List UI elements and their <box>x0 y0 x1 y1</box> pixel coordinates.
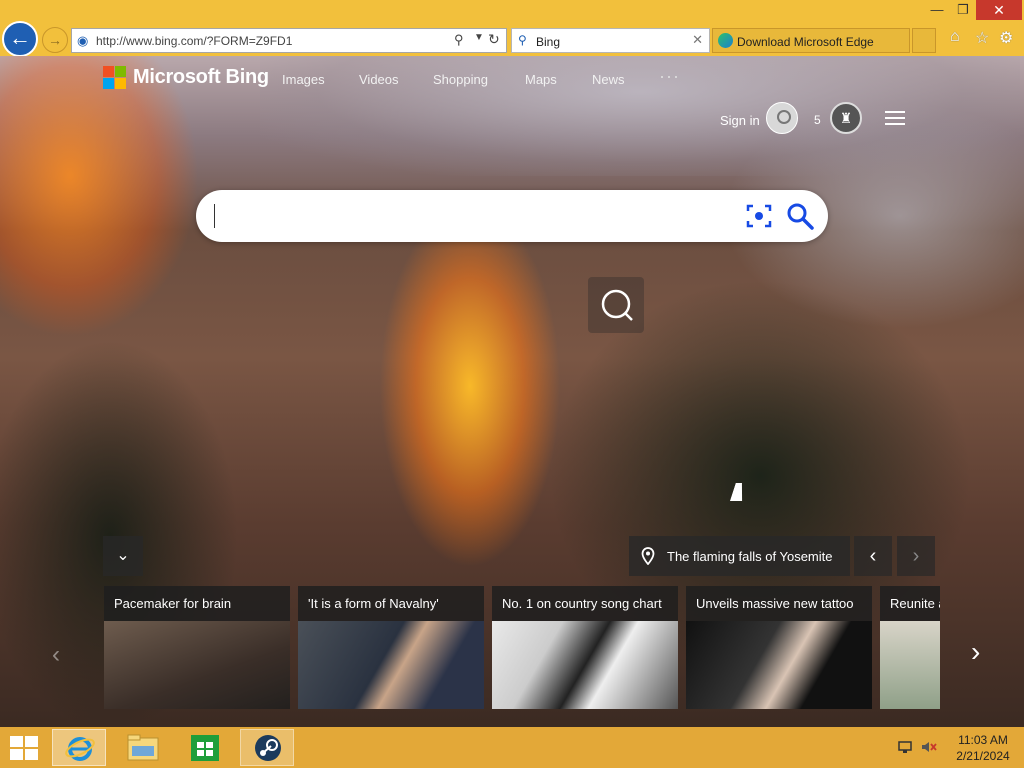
browser-titlebar: — ❐ ✕ ← → ◉ http://www.bing.com/?FORM=Z9… <box>0 0 1024 57</box>
internet-explorer-icon <box>65 737 95 761</box>
bing-homepage: Microsoft Bing Images Videos Shopping Ma… <box>0 56 1024 727</box>
volume-muted-icon[interactable] <box>921 740 937 754</box>
clock-date[interactable]: 2/21/2024 <box>952 749 1014 763</box>
windows-taskbar: 11:03 AM 2/21/2024 <box>0 727 1024 768</box>
image-of-day-info[interactable]: The flaming falls of Yosemite <box>629 536 850 576</box>
image-title: The flaming falls of Yosemite <box>667 549 833 564</box>
address-bar[interactable]: ◉ http://www.bing.com/?FORM=Z9FD1 ⚲ ▼ ↻ <box>71 28 507 53</box>
new-tab-button[interactable] <box>912 28 936 53</box>
address-url[interactable]: http://www.bing.com/?FORM=Z9FD1 <box>96 34 292 48</box>
more-menu-icon[interactable]: ··· <box>659 66 680 87</box>
page-favicon-icon: ◉ <box>77 33 89 48</box>
nav-maps[interactable]: Maps <box>525 72 557 87</box>
forward-button[interactable]: → <box>42 27 68 53</box>
previous-image-button[interactable]: ‹ <box>854 536 892 576</box>
logo-text: Microsoft Bing <box>133 66 269 88</box>
collapse-news-button[interactable]: ⌄ <box>103 536 143 576</box>
maximize-button[interactable]: ❐ <box>948 0 978 20</box>
nav-news[interactable]: News <box>592 72 625 87</box>
mouse-cursor-icon <box>730 483 748 501</box>
taskbar-file-explorer[interactable] <box>116 729 170 766</box>
gear-icon[interactable]: ⚙ <box>999 28 1013 48</box>
visual-search-icon[interactable] <box>746 203 772 229</box>
taskbar-steam[interactable] <box>240 729 294 766</box>
news-card-thumbnail <box>298 621 484 709</box>
search-icon[interactable]: ⚲ <box>454 32 464 48</box>
news-next-icon[interactable]: › <box>971 636 980 668</box>
back-arrow-icon: ← <box>9 25 31 50</box>
tab-bing[interactable]: ⚲ Bing ✕ <box>511 28 710 53</box>
bing-favicon-icon: ⚲ <box>518 33 527 47</box>
news-card-thumbnail <box>880 621 940 709</box>
search-input[interactable] <box>214 204 724 228</box>
taskbar-store[interactable] <box>178 729 232 766</box>
nav-videos[interactable]: Videos <box>359 72 399 87</box>
news-card-title: Unveils massive new tattoo <box>696 596 854 611</box>
next-image-button[interactable]: › <box>897 536 935 576</box>
tab-label: Download Microsoft Edge <box>737 35 874 49</box>
location-pin-icon <box>641 547 655 565</box>
news-card-title: Pacemaker for brain <box>114 596 232 611</box>
visual-search-lens-icon[interactable] <box>588 277 644 333</box>
close-tab-icon[interactable]: ✕ <box>692 32 703 48</box>
star-icon[interactable]: ☆ <box>975 28 989 48</box>
nav-images[interactable]: Images <box>282 72 325 87</box>
sign-in-link[interactable]: Sign in <box>720 113 760 128</box>
network-icon[interactable] <box>898 740 912 754</box>
back-button[interactable]: ← <box>2 21 38 57</box>
store-icon <box>191 735 219 761</box>
close-button[interactable]: ✕ <box>976 0 1022 20</box>
news-card-thumbnail <box>492 621 678 709</box>
news-card-thumbnail <box>104 621 290 709</box>
rewards-trophy-icon[interactable]: ♜ <box>830 102 862 134</box>
refresh-icon[interactable]: ↻ <box>488 31 500 48</box>
steam-icon <box>255 735 281 761</box>
news-prev-icon[interactable]: ‹ <box>52 641 60 669</box>
edge-logo-icon <box>718 33 733 48</box>
hamburger-menu-icon[interactable] <box>885 111 905 125</box>
chevron-down-icon: ⌄ <box>116 547 130 564</box>
chevron-right-icon: › <box>912 545 920 567</box>
tab-download-edge[interactable]: Download Microsoft Edge <box>712 28 910 53</box>
search-icon[interactable] <box>786 202 814 230</box>
news-card-title: Reunite a <box>890 596 940 611</box>
chevron-down-icon[interactable]: ▼ <box>474 32 484 43</box>
folder-icon <box>127 734 159 761</box>
home-icon[interactable]: ⌂ <box>950 28 960 46</box>
news-card-thumbnail <box>686 621 872 709</box>
user-avatar-icon[interactable] <box>766 102 798 134</box>
news-card[interactable]: No. 1 on country song chart <box>492 586 678 709</box>
news-card[interactable]: Unveils massive new tattoo <box>686 586 872 709</box>
chevron-left-icon: ‹ <box>869 545 877 567</box>
tab-label: Bing <box>536 35 561 49</box>
clock-time[interactable]: 11:03 AM <box>952 733 1014 747</box>
news-card-title: No. 1 on country song chart <box>502 596 662 611</box>
news-card[interactable]: Reunite a <box>880 586 940 709</box>
nav-shopping[interactable]: Shopping <box>433 72 488 87</box>
search-box[interactable] <box>196 190 828 242</box>
forward-arrow-icon: → <box>48 32 62 48</box>
news-card-title: 'It is a form of Navalny' <box>308 596 439 611</box>
taskbar-internet-explorer[interactable] <box>52 729 106 766</box>
start-button[interactable] <box>10 736 38 760</box>
news-card[interactable]: 'It is a form of Navalny' <box>298 586 484 709</box>
news-card[interactable]: Pacemaker for brain <box>104 586 290 709</box>
rewards-count: 5 <box>814 113 821 127</box>
microsoft-logo-icon <box>103 66 126 89</box>
